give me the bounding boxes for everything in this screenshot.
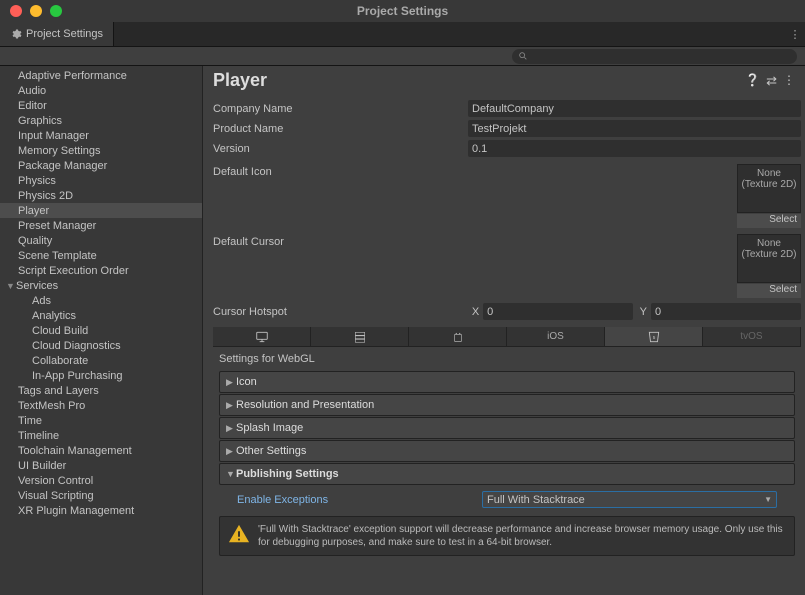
foldout-icon[interactable]: ▶Icon <box>219 371 795 393</box>
tab-label: Project Settings <box>26 28 103 40</box>
foldout-other[interactable]: ▶Other Settings <box>219 440 795 462</box>
enable-exceptions-dropdown[interactable]: Full With Stacktrace ▼ <box>482 491 777 508</box>
main-panel: Player ❔ ⇄ ⋮ Company Name Product Name V… <box>203 66 805 595</box>
enable-exceptions-label: Enable Exceptions <box>237 494 482 506</box>
server-icon <box>353 330 367 344</box>
sidebar-item-visual-scripting[interactable]: Visual Scripting <box>0 488 202 503</box>
minimize-window-button[interactable] <box>30 5 42 17</box>
platform-tab-ios[interactable]: iOS <box>507 327 605 346</box>
cursor-hotspot-x-input[interactable] <box>483 303 633 320</box>
window-title: Project Settings <box>0 4 805 18</box>
page-title: Player <box>213 70 267 91</box>
search-icon <box>518 51 528 61</box>
default-cursor-slot[interactable]: None (Texture 2D) <box>737 234 801 283</box>
sidebar-item-graphics[interactable]: Graphics <box>0 113 202 128</box>
sidebar-item-preset-manager[interactable]: Preset Manager <box>0 218 202 233</box>
sidebar-item-version-control[interactable]: Version Control <box>0 473 202 488</box>
foldout-publishing[interactable]: ▼Publishing Settings <box>219 463 795 485</box>
sidebar-item-time[interactable]: Time <box>0 413 202 428</box>
sidebar-item-ads[interactable]: Ads <box>0 293 202 308</box>
presets-icon[interactable]: ⇄ <box>766 73 777 89</box>
warning-icon <box>228 523 250 545</box>
x-label: X <box>465 306 483 318</box>
monitor-icon <box>255 330 269 344</box>
sidebar-item-quality[interactable]: Quality <box>0 233 202 248</box>
product-name-label: Product Name <box>213 123 468 135</box>
chevron-down-icon: ▼ <box>764 495 772 504</box>
cursor-hotspot-y-input[interactable] <box>651 303 801 320</box>
sidebar-item-in-app-purchasing[interactable]: In-App Purchasing <box>0 368 202 383</box>
sidebar-item-scene-template[interactable]: Scene Template <box>0 248 202 263</box>
settings-for-label: Settings for WebGL <box>213 347 801 371</box>
platform-tab-standalone[interactable] <box>213 327 311 346</box>
default-cursor-select-button[interactable]: Select <box>737 284 801 298</box>
search-input[interactable] <box>512 49 797 64</box>
sidebar-item-package-manager[interactable]: Package Manager <box>0 158 202 173</box>
sidebar-item-cloud-build[interactable]: Cloud Build <box>0 323 202 338</box>
sidebar-item-timeline[interactable]: Timeline <box>0 428 202 443</box>
close-window-button[interactable] <box>10 5 22 17</box>
platform-tab-webgl[interactable]: 5 <box>605 327 703 346</box>
company-name-input[interactable] <box>468 100 801 117</box>
chevron-down-icon: ▼ <box>6 281 16 291</box>
sidebar-item-script-execution-order[interactable]: Script Execution Order <box>0 263 202 278</box>
android-icon <box>451 330 465 344</box>
sidebar-item-analytics[interactable]: Analytics <box>0 308 202 323</box>
sidebar-item-toolchain-management[interactable]: Toolchain Management <box>0 443 202 458</box>
sidebar-item-memory-settings[interactable]: Memory Settings <box>0 143 202 158</box>
panel-menu-button[interactable]: ⋮ <box>783 73 795 89</box>
gear-icon <box>10 28 22 40</box>
tab-project-settings[interactable]: Project Settings <box>0 22 114 46</box>
sidebar-item-input-manager[interactable]: Input Manager <box>0 128 202 143</box>
sidebar-item-collaborate[interactable]: Collaborate <box>0 353 202 368</box>
settings-sidebar: Adaptive PerformanceAudioEditorGraphicsI… <box>0 66 203 595</box>
default-icon-slot[interactable]: None (Texture 2D) <box>737 164 801 213</box>
sidebar-item-cloud-diagnostics[interactable]: Cloud Diagnostics <box>0 338 202 353</box>
platform-tab-android[interactable] <box>409 327 507 346</box>
default-cursor-label: Default Cursor <box>213 234 468 248</box>
sidebar-item-audio[interactable]: Audio <box>0 83 202 98</box>
svg-text:5: 5 <box>652 334 655 339</box>
tab-bar: Project Settings ⋮ <box>0 22 805 47</box>
foldout-resolution[interactable]: ▶Resolution and Presentation <box>219 394 795 416</box>
platform-tab-server[interactable] <box>311 327 409 346</box>
foldout-splash[interactable]: ▶Splash Image <box>219 417 795 439</box>
version-input[interactable] <box>468 140 801 157</box>
tab-menu-button[interactable]: ⋮ <box>785 22 805 46</box>
default-icon-select-button[interactable]: Select <box>737 214 801 228</box>
sidebar-item-adaptive-performance[interactable]: Adaptive Performance <box>0 68 202 83</box>
platform-tabs: iOS 5 tvOS <box>213 327 801 347</box>
sidebar-item-physics-2d[interactable]: Physics 2D <box>0 188 202 203</box>
product-name-input[interactable] <box>468 120 801 137</box>
maximize-window-button[interactable] <box>50 5 62 17</box>
webgl-icon: 5 <box>647 330 661 344</box>
sidebar-item-tags-and-layers[interactable]: Tags and Layers <box>0 383 202 398</box>
version-label: Version <box>213 143 468 155</box>
sidebar-item-editor[interactable]: Editor <box>0 98 202 113</box>
default-icon-label: Default Icon <box>213 164 468 178</box>
y-label: Y <box>633 306 651 318</box>
sidebar-item-services[interactable]: ▼Services <box>0 278 202 293</box>
cursor-hotspot-label: Cursor Hotspot <box>213 306 465 318</box>
titlebar: Project Settings <box>0 0 805 22</box>
help-icon[interactable]: ❔ <box>745 73 760 89</box>
sidebar-item-textmesh-pro[interactable]: TextMesh Pro <box>0 398 202 413</box>
company-name-label: Company Name <box>213 103 468 115</box>
warning-text: 'Full With Stacktrace' exception support… <box>258 523 786 549</box>
warning-box: 'Full With Stacktrace' exception support… <box>219 516 795 556</box>
sidebar-item-player[interactable]: Player <box>0 203 202 218</box>
platform-tab-tvos[interactable]: tvOS <box>703 327 801 346</box>
sidebar-item-physics[interactable]: Physics <box>0 173 202 188</box>
search-row <box>0 47 805 66</box>
sidebar-item-xr-plugin-management[interactable]: XR Plugin Management <box>0 503 202 518</box>
sidebar-item-ui-builder[interactable]: UI Builder <box>0 458 202 473</box>
